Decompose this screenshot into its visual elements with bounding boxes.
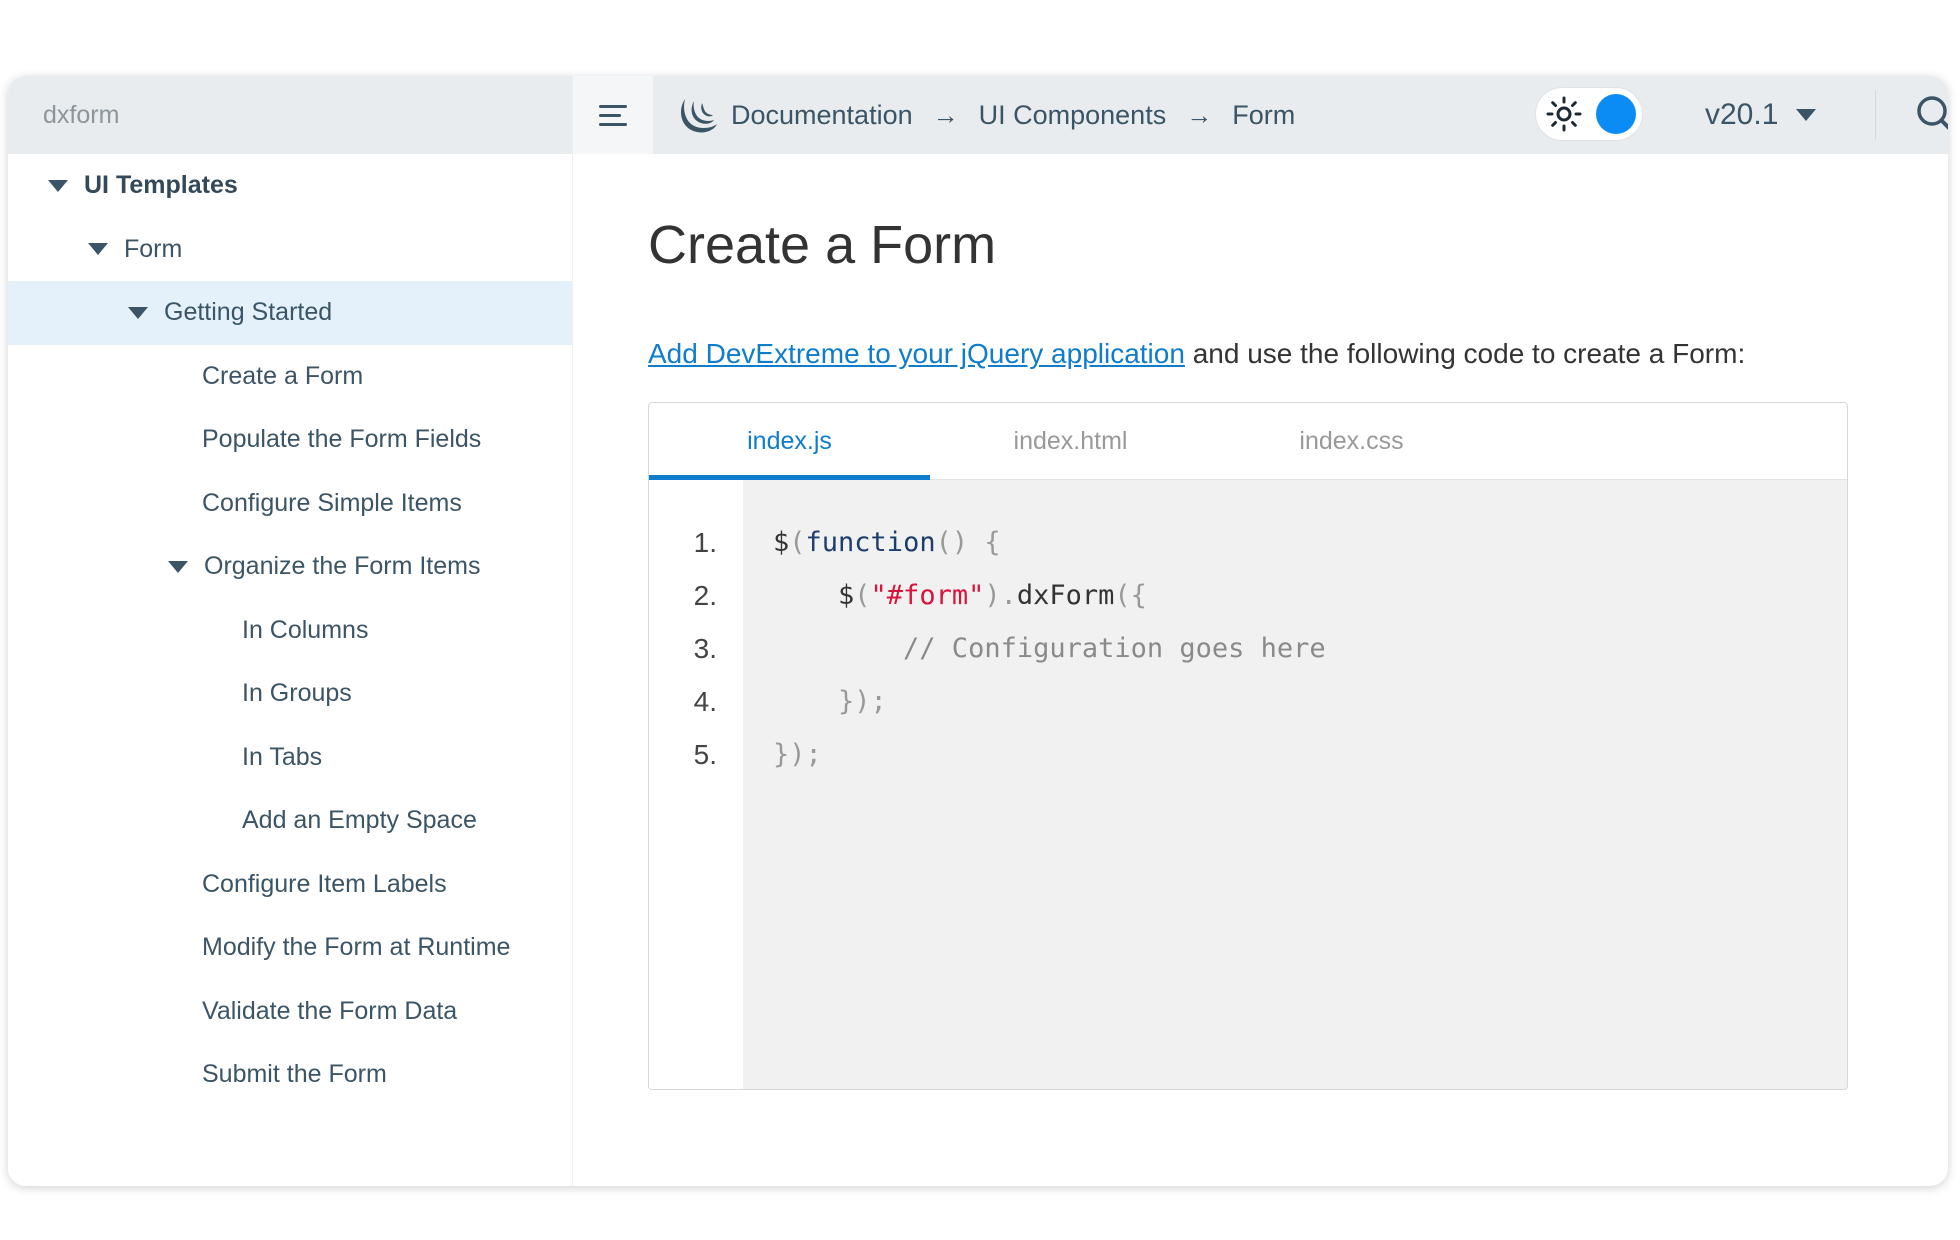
sidebar-item-label: Getting Started [164, 298, 333, 327]
code-line: }); [773, 686, 887, 717]
sidebar-item-getting-started[interactable]: Getting Started [8, 281, 572, 345]
sidebar-item-modify-form-runtime[interactable]: Modify the Form at Runtime [8, 916, 572, 980]
sidebar-item-label: Configure Item Labels [202, 869, 447, 898]
line-number: 4. [693, 686, 717, 717]
sidebar-item-label: Submit the Form [202, 1060, 387, 1089]
sidebar-item-label: Add an Empty Space [242, 806, 477, 835]
code-panel: index.js index.html index.css 1. 2. 3. 4… [648, 402, 1848, 1090]
caret-down-icon[interactable] [128, 306, 148, 319]
code-token: function [805, 527, 936, 558]
top-bar: Documentation → UI Components → Form v20… [573, 76, 1948, 154]
sidebar: dxform UI Templates Form Getting Started… [8, 76, 573, 1186]
sidebar-item-label: Validate the Form Data [202, 996, 458, 1025]
sidebar-item-configure-item-labels[interactable]: Configure Item Labels [8, 853, 572, 917]
code-line: $("#form").dxForm({ [773, 569, 1847, 622]
sidebar-item-in-groups[interactable]: In Groups [8, 662, 572, 726]
app-window: dxform UI Templates Form Getting Started… [8, 76, 1948, 1186]
menu-button[interactable] [573, 76, 653, 154]
code-token: ({ [1114, 580, 1147, 611]
line-number: 3. [693, 633, 717, 664]
line-number: 1. [693, 527, 717, 558]
main-area: Documentation → UI Components → Form v20… [573, 76, 1948, 1186]
intro-paragraph: Add DevExtreme to your jQuery applicatio… [648, 338, 1948, 370]
chevron-down-icon [1796, 109, 1817, 121]
sidebar-search-input[interactable]: dxform [8, 76, 572, 154]
page-title: Create a Form [648, 215, 997, 275]
theme-toggle[interactable] [1535, 87, 1643, 141]
code-line: $(function() { [773, 516, 1847, 569]
code-token: dxForm [1016, 580, 1115, 611]
breadcrumb-form[interactable]: Form [1232, 100, 1295, 131]
sidebar-item-label: In Tabs [242, 742, 323, 771]
add-devextreme-link[interactable]: Add DevExtreme to your jQuery applicatio… [648, 338, 1185, 369]
code-tabs: index.js index.html index.css [649, 403, 1847, 480]
arrow-right-icon: → [1186, 99, 1213, 130]
code-token: $ [773, 527, 790, 558]
article: Create a Form Add DevExtreme to your jQu… [573, 154, 1948, 1090]
code-body: 1. 2. 3. 4. 5. $(function() { $("#form")… [649, 480, 1847, 1089]
tab-index-html[interactable]: index.html [930, 403, 1211, 479]
sidebar-item-label: UI Templates [84, 171, 238, 200]
arrow-right-icon: → [932, 99, 959, 130]
tab-index-js[interactable]: index.js [649, 403, 930, 480]
sidebar-item-add-empty-space[interactable]: Add an Empty Space [8, 789, 572, 853]
sidebar-item-configure-simple-items[interactable]: Configure Simple Items [8, 472, 572, 536]
sidebar-item-validate-form-data[interactable]: Validate the Form Data [8, 980, 572, 1044]
sidebar-item-form[interactable]: Form [8, 218, 572, 282]
breadcrumb: Documentation → UI Components → Form [675, 93, 1295, 137]
jquery-logo-icon[interactable] [675, 93, 719, 137]
caret-down-icon[interactable] [48, 179, 68, 192]
sidebar-search-value: dxform [43, 100, 120, 129]
line-number: 2. [693, 580, 717, 611]
toggle-knob[interactable] [1596, 94, 1636, 134]
code-token: () { [935, 527, 1001, 558]
sidebar-item-ui-templates[interactable]: UI Templates [8, 154, 572, 218]
sidebar-item-label: Populate the Form Fields [202, 425, 482, 454]
sidebar-item-label: In Columns [242, 615, 369, 644]
version-label: v20.1 [1705, 98, 1779, 131]
code-token: "#form" [870, 580, 985, 611]
line-number-gutter: 1. 2. 3. 4. 5. [649, 480, 743, 1089]
intro-text: and use the following code to create a F… [1184, 338, 1746, 369]
code-line: // Configuration goes here [773, 633, 1326, 664]
search-icon[interactable] [1913, 92, 1948, 138]
divider [1875, 90, 1876, 140]
caret-down-icon[interactable] [88, 243, 108, 256]
sidebar-item-label: Modify the Form at Runtime [202, 933, 511, 962]
line-number: 5. [693, 739, 717, 770]
version-dropdown[interactable]: v20.1 [1705, 76, 1817, 154]
sun-icon [1546, 96, 1582, 132]
code-token: $ [773, 580, 855, 611]
sidebar-item-in-tabs[interactable]: In Tabs [8, 726, 572, 790]
sidebar-item-organize-form-items[interactable]: Organize the Form Items [8, 535, 572, 599]
sidebar-item-label: Organize the Form Items [204, 552, 481, 581]
sidebar-item-create-a-form[interactable]: Create a Form [8, 345, 572, 409]
sidebar-item-label: Create a Form [202, 361, 364, 390]
code-token: ( [789, 527, 806, 558]
code-line: }); [773, 739, 822, 770]
code-editor[interactable]: $(function() { $("#form").dxForm({ // Co… [743, 480, 1847, 1089]
sidebar-item-label: Form [124, 234, 183, 263]
tab-index-css[interactable]: index.css [1211, 403, 1492, 479]
code-token: ). [984, 580, 1017, 611]
breadcrumb-ui-components[interactable]: UI Components [979, 100, 1167, 131]
sidebar-item-in-columns[interactable]: In Columns [8, 599, 572, 663]
breadcrumb-documentation[interactable]: Documentation [731, 100, 913, 131]
code-token: ( [854, 580, 871, 611]
sidebar-tree: UI Templates Form Getting Started Create… [8, 154, 572, 1107]
sidebar-item-populate-fields[interactable]: Populate the Form Fields [8, 408, 572, 472]
sidebar-item-label: In Groups [242, 679, 352, 708]
sidebar-item-submit-form[interactable]: Submit the Form [8, 1043, 572, 1107]
hamburger-icon [599, 99, 627, 132]
sidebar-item-label: Configure Simple Items [202, 488, 462, 517]
caret-down-icon[interactable] [168, 560, 188, 573]
